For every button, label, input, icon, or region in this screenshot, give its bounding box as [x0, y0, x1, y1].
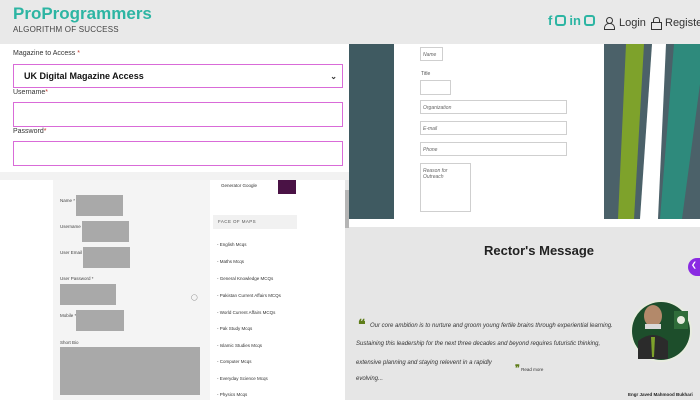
- name-input[interactable]: [76, 195, 123, 216]
- chevron-down-icon: ⌄: [330, 72, 337, 81]
- sidebar-item[interactable]: - English Mcqs: [217, 242, 247, 247]
- sidebar-item[interactable]: - Computer Mcqs: [217, 359, 252, 364]
- sidebar-item[interactable]: - World Current Affairs MCQs: [217, 310, 275, 315]
- sidebar-item[interactable]: - Physics Mcqs: [217, 392, 247, 397]
- user-password-input[interactable]: [60, 284, 116, 305]
- login-link[interactable]: Login: [603, 17, 646, 30]
- user-email-label: User Email *: [60, 250, 85, 255]
- reason-textarea[interactable]: Reason for Outreach: [420, 163, 471, 212]
- quote-line-3: extensive planning and staying relevent …: [356, 360, 492, 382]
- read-more-link[interactable]: ❞ Read more: [515, 363, 543, 374]
- username-reg-input[interactable]: [82, 221, 129, 242]
- sidebar-item[interactable]: - Pak Study Mcqs: [217, 326, 252, 331]
- logo-title[interactable]: ProProgrammers: [13, 4, 152, 24]
- sidebar-heading: FACE OF MAPS: [213, 215, 297, 229]
- short-bio-label: Short Bio: [60, 340, 79, 345]
- site-header: ProProgrammers ALGORITHM OF SUCCESS f in…: [0, 0, 700, 44]
- decorative-graphic: [604, 44, 700, 219]
- register-link[interactable]: Register: [651, 17, 700, 30]
- user-email-input[interactable]: [83, 247, 130, 268]
- phone-input[interactable]: Phone: [420, 142, 567, 156]
- magazine-label: Magazine to Access *: [13, 50, 80, 57]
- email-input[interactable]: E-mail: [420, 121, 567, 135]
- magazine-select-value: UK Digital Magazine Access: [24, 71, 144, 81]
- magazine-select[interactable]: UK Digital Magazine Access ⌄: [13, 64, 343, 88]
- sidebar-button[interactable]: [278, 180, 296, 194]
- quote-line-1: Our core ambition is to nurture and groo…: [370, 323, 613, 329]
- lock-icon: [651, 17, 662, 30]
- sidebar: [212, 180, 297, 400]
- sidebar-item[interactable]: - Everyday Science Mcqs: [217, 376, 268, 381]
- mobile-input[interactable]: [76, 310, 124, 331]
- attachment-icon: ◯: [191, 295, 198, 301]
- username-label: Username*: [13, 89, 49, 96]
- name-label: Name *: [60, 198, 76, 203]
- mobile-label: Mobile *: [60, 313, 76, 318]
- green-stripes-graphic: [604, 44, 700, 219]
- contact-name-input[interactable]: Name: [420, 47, 443, 61]
- organization-input[interactable]: Organization: [420, 100, 567, 114]
- user-icon: [603, 17, 615, 30]
- linkedin-icon[interactable]: in: [569, 14, 581, 29]
- rector-photo: [630, 281, 693, 381]
- social-links: f in: [548, 14, 595, 29]
- facebook-icon[interactable]: f: [548, 14, 552, 29]
- username-input[interactable]: [13, 102, 343, 127]
- rector-name: Engr Javed Mahmood Bukhari: [628, 392, 693, 397]
- email-icon[interactable]: [583, 14, 595, 29]
- instagram-icon[interactable]: [555, 14, 567, 29]
- title-label: Title: [421, 71, 431, 77]
- sidebar-item[interactable]: - Islamic Studies Mcqs: [217, 343, 262, 348]
- title-input[interactable]: [420, 80, 451, 95]
- quote-icon: ❝: [358, 316, 366, 332]
- register-label: Register: [665, 17, 700, 29]
- logo-subtitle: ALGORITHM OF SUCCESS: [13, 25, 119, 34]
- divider: [0, 172, 349, 180]
- sidebar-top-text: Generator Google: [221, 183, 258, 188]
- login-label: Login: [619, 17, 646, 29]
- sidebar-item[interactable]: - Pakistan Current Affairs MCQs: [217, 293, 281, 298]
- user-password-label: User Password *: [60, 276, 94, 281]
- sidebar-item[interactable]: - Maths Mcqs: [217, 259, 244, 264]
- rector-title: Rector's Message: [484, 243, 595, 258]
- short-bio-input[interactable]: [60, 347, 200, 395]
- password-label: Password*: [13, 128, 47, 135]
- sidebar-item[interactable]: - General Knowledge MCQs: [217, 276, 273, 281]
- contact-panel-left: [349, 44, 394, 219]
- username-reg-label: Username *: [60, 224, 84, 229]
- password-input[interactable]: [13, 141, 343, 166]
- chevron-left-icon[interactable]: ❮: [688, 258, 700, 276]
- quote-line-2: Sustaining this leadership for the next …: [356, 341, 601, 347]
